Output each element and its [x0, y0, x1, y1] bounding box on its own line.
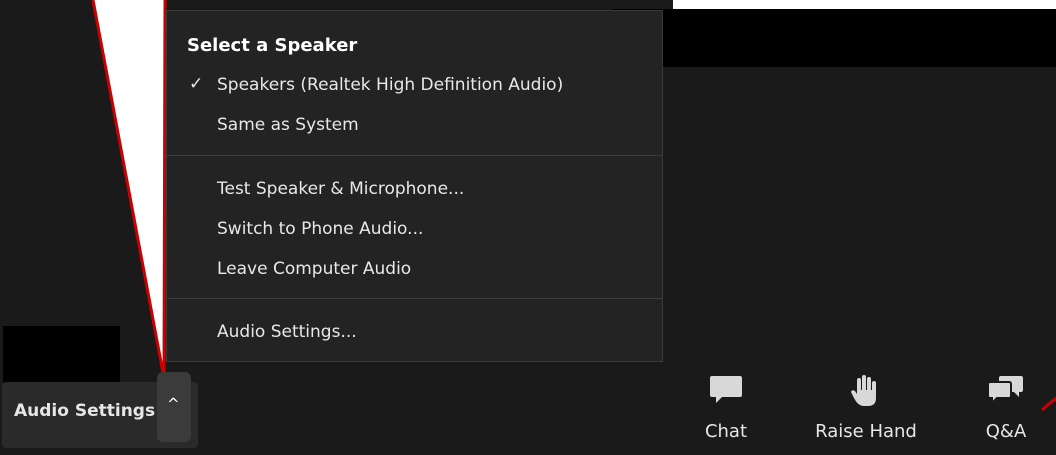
menu-item-test-speaker[interactable]: Test Speaker & Microphone... — [167, 171, 662, 207]
menu-item-realtek-speakers[interactable]: ✓ Speakers (Realtek High Definition Audi… — [167, 67, 662, 103]
meeting-window: Select a Speaker ✓ Speakers (Realtek Hig… — [0, 0, 1056, 455]
menu-item-label: Same as System — [217, 115, 359, 135]
audio-menu-caret-button[interactable]: ^ — [157, 372, 191, 442]
menu-item-label: Test Speaker & Microphone... — [217, 179, 465, 199]
menu-item-label: Leave Computer Audio — [217, 259, 412, 279]
menu-divider — [167, 298, 662, 299]
menu-item-switch-phone-audio[interactable]: Switch to Phone Audio... — [167, 211, 662, 247]
menu-item-audio-settings[interactable]: Audio Settings... — [167, 314, 662, 350]
qa-label: Q&A — [985, 421, 1027, 442]
chevron-up-icon: ^ — [167, 395, 180, 413]
qa-button[interactable]: Q&A — [978, 372, 1034, 442]
menu-item-label: Audio Settings... — [217, 322, 357, 342]
chat-bubble-icon — [710, 376, 742, 403]
menu-item-same-as-system[interactable]: Same as System — [167, 107, 662, 143]
chat-label: Chat — [704, 421, 748, 442]
menu-item-label: Speakers (Realtek High Definition Audio) — [217, 75, 564, 95]
redacted-block-left — [3, 326, 120, 383]
menu-item-label: Switch to Phone Audio... — [217, 219, 424, 239]
annotation-line-right — [1041, 396, 1056, 412]
menu-item-leave-computer-audio[interactable]: Leave Computer Audio — [167, 251, 662, 287]
check-icon: ✓ — [189, 74, 204, 94]
chat-button[interactable]: Chat — [700, 372, 752, 442]
menu-title: Select a Speaker — [187, 35, 358, 56]
speaker-menu: Select a Speaker ✓ Speakers (Realtek Hig… — [166, 10, 663, 362]
redacted-block-top — [612, 9, 1056, 67]
menu-divider — [167, 155, 662, 156]
raise-hand-button[interactable]: Raise Hand — [806, 372, 926, 442]
audio-settings-label: Audio Settings — [14, 401, 156, 421]
qa-bubbles-icon — [987, 376, 1023, 406]
raise-hand-label: Raise Hand — [815, 421, 917, 442]
hand-icon — [851, 375, 876, 406]
